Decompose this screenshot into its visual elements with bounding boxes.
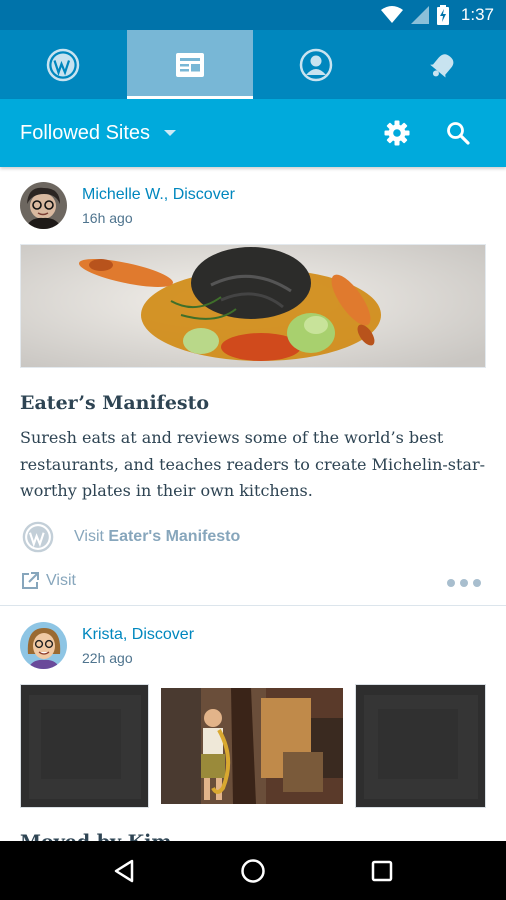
- gallery-image[interactable]: [157, 684, 347, 808]
- wifi-icon: [380, 6, 403, 23]
- post-time: 16h ago: [82, 210, 133, 226]
- back-icon: [115, 859, 134, 882]
- post-divider: [0, 605, 506, 606]
- followed-sites-dropdown[interactable]: Followed Sites: [20, 122, 150, 145]
- avatar[interactable]: [20, 622, 67, 669]
- post-header: Michelle W., Discover 16h ago: [20, 182, 486, 232]
- post-action-bar: Visit: [20, 571, 486, 599]
- toolbar-actions: [384, 99, 470, 167]
- post-title[interactable]: Eater’s Manifesto: [20, 392, 209, 414]
- gallery-image[interactable]: [20, 684, 149, 808]
- recents-button[interactable]: [352, 841, 412, 900]
- status-bar: 1:37: [0, 0, 506, 30]
- reader-icon: [175, 52, 204, 77]
- home-icon: [241, 858, 265, 883]
- reader-feed: Michelle W., Discover 16h ago Eater’s Ma…: [0, 167, 506, 841]
- profile-icon: [300, 48, 333, 81]
- gallery-image[interactable]: [355, 684, 486, 808]
- wordpress-icon: [22, 521, 54, 553]
- post-author[interactable]: Krista, Discover: [82, 626, 194, 644]
- clock: 1:37: [460, 5, 494, 24]
- battery-icon: [436, 5, 449, 25]
- wordpress-icon: [47, 48, 80, 81]
- search-icon[interactable]: [446, 121, 470, 145]
- home-button[interactable]: [223, 841, 283, 900]
- post-excerpt[interactable]: Suresh eats at and reviews some of the w…: [20, 425, 490, 505]
- visit-prefix: Visit: [74, 528, 104, 545]
- featured-image[interactable]: [20, 244, 486, 368]
- tab-my-sites[interactable]: [0, 30, 127, 99]
- back-button[interactable]: [94, 841, 154, 900]
- image-gallery: [20, 684, 486, 808]
- tab-me[interactable]: [253, 30, 380, 99]
- bell-icon: [429, 53, 454, 78]
- visit-button[interactable]: Visit: [20, 571, 76, 591]
- tab-reader[interactable]: [126, 30, 253, 99]
- avatar[interactable]: [20, 182, 67, 229]
- visit-site-label: Visit Eater's Manifesto: [74, 528, 240, 546]
- chevron-down-icon[interactable]: [164, 130, 177, 136]
- main-tab-bar: [0, 30, 506, 99]
- more-options-icon[interactable]: [447, 579, 481, 587]
- external-link-icon: [22, 572, 39, 589]
- status-icons: 1:37: [380, 5, 494, 25]
- visit-site-link[interactable]: Visit Eater's Manifesto: [22, 520, 240, 554]
- system-nav-bar: [0, 841, 506, 900]
- visit-site-name: Eater's Manifesto: [108, 528, 241, 545]
- post-title[interactable]: Moved by Kim: [20, 831, 172, 841]
- post-author[interactable]: Michelle W., Discover: [82, 186, 235, 204]
- cellular-icon: [410, 6, 429, 24]
- post-time: 22h ago: [82, 650, 133, 666]
- visit-label: Visit: [46, 572, 76, 589]
- reader-toolbar: Followed Sites: [0, 99, 506, 167]
- post-header: Krista, Discover 22h ago: [20, 622, 486, 672]
- recents-icon: [371, 860, 392, 881]
- gear-icon[interactable]: [384, 120, 410, 146]
- tab-notifications[interactable]: [380, 30, 506, 99]
